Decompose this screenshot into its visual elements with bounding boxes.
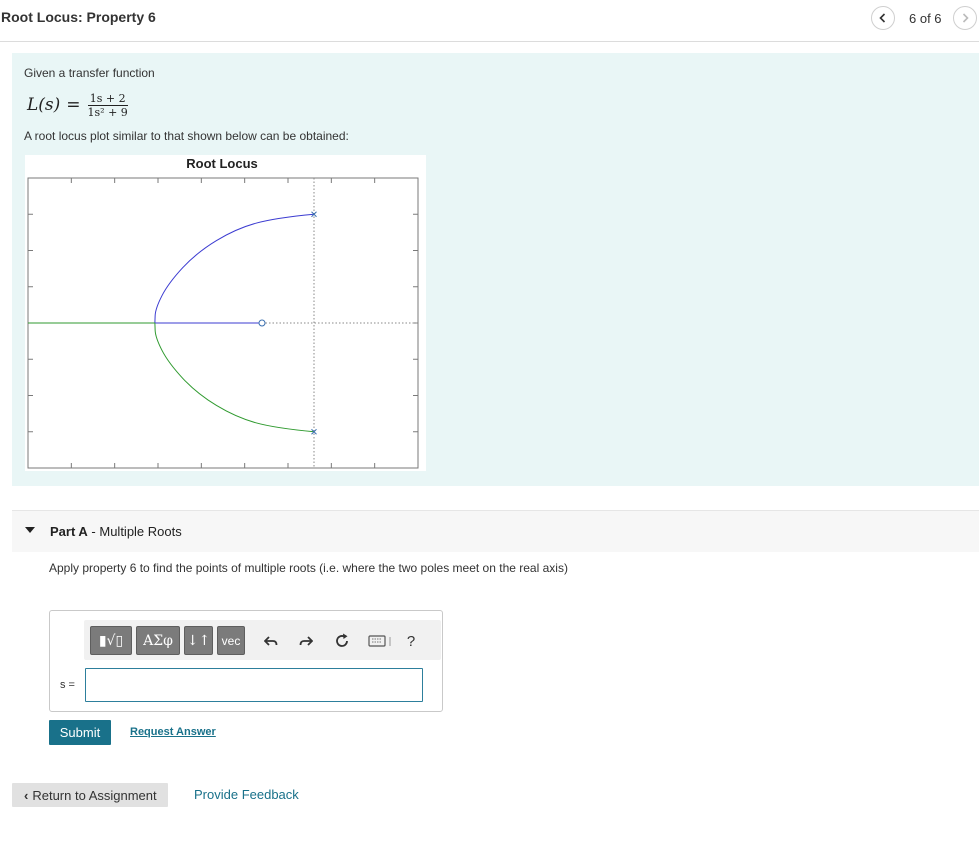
undo-icon[interactable] xyxy=(261,631,281,651)
keyboard-icon[interactable] xyxy=(367,631,393,651)
chevron-left-icon xyxy=(879,13,886,23)
formula-denominator: 1s² + 9 xyxy=(87,105,128,119)
part-a-subtitle: - Multiple Roots xyxy=(87,524,182,539)
formula-fraction: 1s + 2 1s² + 9 xyxy=(86,92,130,119)
intro-panel: Given a transfer function L(s) = 1s + 2 … xyxy=(12,53,979,486)
item-counter: 6 of 6 xyxy=(909,11,942,26)
provide-feedback-link[interactable]: Provide Feedback xyxy=(194,787,299,802)
answer-input[interactable] xyxy=(85,668,423,702)
chart-title: Root Locus xyxy=(186,156,258,171)
request-answer-link[interactable]: Request Answer xyxy=(130,726,216,738)
part-a-label: Part A xyxy=(50,524,88,539)
part-a-title: Part A - Multiple Roots xyxy=(50,524,182,539)
root-locus-plot: Root Locus xyxy=(25,155,426,471)
zero-marker-1 xyxy=(258,319,266,327)
help-icon[interactable]: ? xyxy=(401,631,421,651)
templates-button[interactable]: ▮√▯ xyxy=(90,626,132,655)
plot-description: A root locus plot similar to that shown … xyxy=(24,129,349,143)
reset-icon[interactable] xyxy=(332,631,352,651)
math-toolbar: ▮√▯ ΑΣφ ↓↑ vec ? xyxy=(84,620,441,660)
question-text: Apply property 6 to find the points of m… xyxy=(49,561,568,575)
transfer-function: L(s) = 1s + 2 1s² + 9 xyxy=(27,90,130,120)
submit-button[interactable]: Submit xyxy=(49,720,111,745)
given-text: Given a transfer function xyxy=(24,66,155,80)
formula-equals: = xyxy=(66,95,81,115)
redo-icon[interactable] xyxy=(296,631,316,651)
page-title: Root Locus: Property 6 xyxy=(1,9,156,25)
chevron-left-icon: ‹ xyxy=(24,787,29,803)
part-a-header[interactable]: Part A - Multiple Roots xyxy=(12,510,979,552)
next-button[interactable] xyxy=(953,6,977,30)
root-locus-chart: Root Locus xyxy=(27,156,419,469)
variable-label: s = xyxy=(60,679,75,691)
answer-box: ▮√▯ ΑΣφ ↓↑ vec ? s = xyxy=(49,610,443,712)
arrows-button[interactable]: ↓↑ xyxy=(184,626,213,655)
formula-lhs: L(s) xyxy=(27,95,61,115)
collapse-triangle-icon[interactable] xyxy=(25,527,35,534)
top-bar: Root Locus: Property 6 6 of 6 xyxy=(0,0,979,42)
greek-symbols-button[interactable]: ΑΣφ xyxy=(136,626,180,655)
formula-numerator: 1s + 2 xyxy=(87,91,128,106)
return-to-assignment-button[interactable]: ‹ Return to Assignment xyxy=(12,783,168,807)
chevron-right-icon xyxy=(962,13,969,23)
vector-button[interactable]: vec xyxy=(217,626,245,655)
return-label: Return to Assignment xyxy=(32,787,157,803)
previous-button[interactable] xyxy=(871,6,895,30)
